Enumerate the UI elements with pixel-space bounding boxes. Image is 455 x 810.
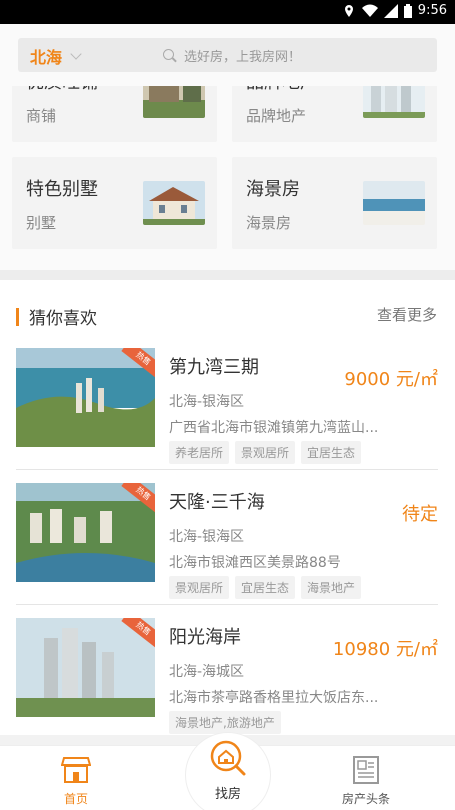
property-name: 第九湾三期 — [169, 357, 259, 378]
category-card-shops[interactable]: 优质旺铺 商铺 — [12, 86, 217, 142]
property-tag: 海景地产 — [301, 576, 362, 599]
status-time: 9:56 — [417, 3, 447, 18]
property-tags: 景观居所 宜居生态 海景地产 — [169, 576, 362, 599]
category-title: 海景房 — [246, 179, 300, 200]
property-photo: 热售 — [16, 483, 155, 582]
view-more-link[interactable]: 查看更多 — [377, 304, 437, 325]
status-bar: 9:56 — [0, 0, 455, 24]
property-name: 阳光海岸 — [169, 627, 241, 648]
location-icon — [344, 4, 353, 17]
accent-bar — [16, 307, 19, 326]
home-shop-icon — [61, 757, 91, 783]
find-house-icon — [210, 740, 246, 776]
shops-photo — [143, 86, 205, 118]
property-tags: 海景地产,旅游地产 — [169, 711, 281, 734]
search-bar[interactable]: 北海 选好房，上我房网！ — [18, 38, 437, 72]
category-subtitle: 商铺 — [26, 107, 57, 125]
tab-home-label: 首页 — [63, 792, 88, 806]
property-address: 北海市银滩西区美景路88号 — [169, 555, 341, 571]
seaview-photo — [363, 181, 425, 225]
property-photo: 热售 — [16, 618, 155, 717]
property-tag: 养老居所 — [169, 441, 230, 464]
property-tag: 宜居生态 — [301, 441, 362, 464]
property-item[interactable]: 热售 天隆·三千海 待定 北海-银海区 北海市银滩西区美景路88号 景观居所 宜… — [16, 470, 438, 605]
property-name: 天隆·三千海 — [169, 492, 265, 513]
villa-photo — [143, 181, 205, 225]
battery-icon — [403, 3, 412, 18]
signal-icon — [383, 3, 398, 18]
property-tag: 海景地产,旅游地产 — [169, 711, 281, 734]
category-title: 品牌地产 — [246, 86, 318, 94]
search-input[interactable]: 选好房，上我房网！ — [163, 46, 301, 65]
category-subtitle: 品牌地产 — [246, 107, 307, 125]
category-card-brand[interactable]: 品牌地产 品牌地产 — [232, 86, 437, 142]
property-price: 10980 元/㎡ — [332, 639, 438, 660]
section-header: 猜你喜欢 — [16, 304, 97, 329]
property-tag: 景观居所 — [235, 441, 296, 464]
property-tag: 宜居生态 — [235, 576, 296, 599]
city-label: 北海 — [30, 48, 63, 67]
category-card-seaview[interactable]: 海景房 海景房 — [232, 157, 437, 249]
section-title: 猜你喜欢 — [29, 309, 97, 329]
property-address: 广西省北海市银滩镇第九湾蓝山... — [169, 420, 379, 436]
search-icon — [163, 49, 176, 62]
category-title: 特色别墅 — [26, 179, 98, 200]
recommend-section: 猜你喜欢 查看更多 热售 第九湾三期 9000 元/㎡ 北海-银海区 广西省北海… — [0, 280, 455, 735]
property-price: 9000 元/㎡ — [344, 369, 438, 390]
property-area: 北海-银海区 — [169, 529, 245, 545]
newspaper-icon — [353, 756, 379, 784]
section-separator — [0, 270, 455, 280]
brand-towers-photo — [363, 86, 425, 118]
property-area: 北海-海城区 — [169, 664, 245, 680]
property-item[interactable]: 热售 第九湾三期 9000 元/㎡ 北海-银海区 广西省北海市银滩镇第九湾蓝山.… — [16, 335, 438, 470]
city-selector[interactable]: 北海 — [30, 44, 82, 68]
tab-find-house[interactable]: 找房 — [185, 732, 271, 810]
property-photo: 热售 — [16, 348, 155, 447]
wifi-icon — [361, 4, 378, 17]
property-tag: 景观居所 — [169, 576, 230, 599]
tab-news[interactable]: 房产头条 — [320, 746, 412, 810]
property-area: 北海-银海区 — [169, 394, 245, 410]
property-tags: 养老居所 景观居所 宜居生态 — [169, 441, 362, 464]
category-subtitle: 别墅 — [26, 214, 57, 232]
category-card-villa[interactable]: 特色别墅 别墅 — [12, 157, 217, 249]
top-header: 北海 选好房，上我房网！ — [0, 24, 455, 86]
property-item[interactable]: 热售 阳光海岸 10980 元/㎡ 北海-海城区 北海市茶亭路香格里拉大饭店东.… — [16, 605, 438, 740]
search-placeholder: 选好房，上我房网！ — [184, 50, 302, 65]
property-address: 北海市茶亭路香格里拉大饭店东... — [169, 690, 379, 706]
tab-news-label: 房产头条 — [341, 792, 390, 806]
chevron-down-icon — [70, 48, 82, 60]
category-subtitle: 海景房 — [246, 214, 292, 232]
category-title: 优质旺铺 — [26, 86, 98, 94]
tab-home[interactable]: 首页 — [30, 746, 122, 810]
bottom-tab-bar: 首页 找房 房产头条 — [0, 732, 455, 810]
category-grid: 优质旺铺 商铺 品牌地产 品牌地产 特色别墅 别墅 海景房 海景房 — [0, 86, 455, 270]
property-price: 待定 — [402, 504, 438, 525]
tab-find-label: 找房 — [214, 787, 241, 802]
